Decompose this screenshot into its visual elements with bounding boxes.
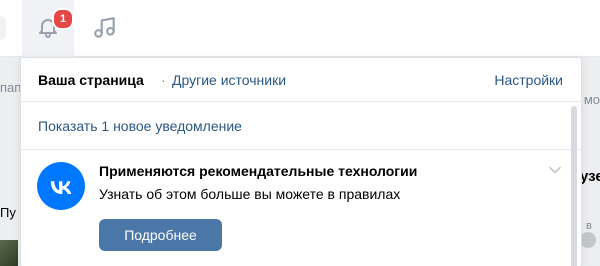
chevron-down-icon[interactable] [549,166,561,174]
scrollbar-thumb[interactable] [571,106,577,266]
background-left-text: пап [0,80,22,95]
vk-logo-icon [37,162,85,210]
background-right-small-text: в [586,220,592,232]
dropdown-header: Ваша страница · Другие источники Настрой… [21,58,581,102]
background-left-thumbnail [0,240,18,266]
notifications-badge: 1 [52,8,74,30]
scrollbar[interactable] [571,102,579,266]
notification-title: Применяются рекомендательные технологии [99,163,418,179]
show-new-notifications-row[interactable]: Показать 1 новое уведомление [21,102,581,150]
background-right-avatar [580,232,596,248]
page: 1 пап Пу мо узе в Ваша страница · Другие… [0,0,600,266]
header-separator: · [161,72,166,88]
show-new-notifications-link[interactable]: Показать 1 новое уведомление [38,118,242,134]
more-details-button[interactable]: Подробнее [99,219,222,251]
settings-link[interactable]: Настройки [494,72,563,88]
background-right-heading: узе [580,168,600,185]
tab-other-sources[interactable]: Другие источники [172,72,286,88]
notifications-button[interactable]: 1 [22,0,74,57]
top-bar: 1 [0,0,600,57]
tab-your-page[interactable]: Ваша страница [38,72,144,88]
notification-body: Узнать об этом больше вы можете в правил… [99,186,401,202]
background-right-text: мо [583,92,600,107]
left-stub [0,16,6,40]
notifications-dropdown: Ваша страница · Другие источники Настрой… [20,57,582,266]
background-left-text-2: Пу [0,205,16,220]
music-note-icon[interactable] [92,15,118,41]
notification-item: Применяются рекомендательные технологии … [21,150,581,266]
